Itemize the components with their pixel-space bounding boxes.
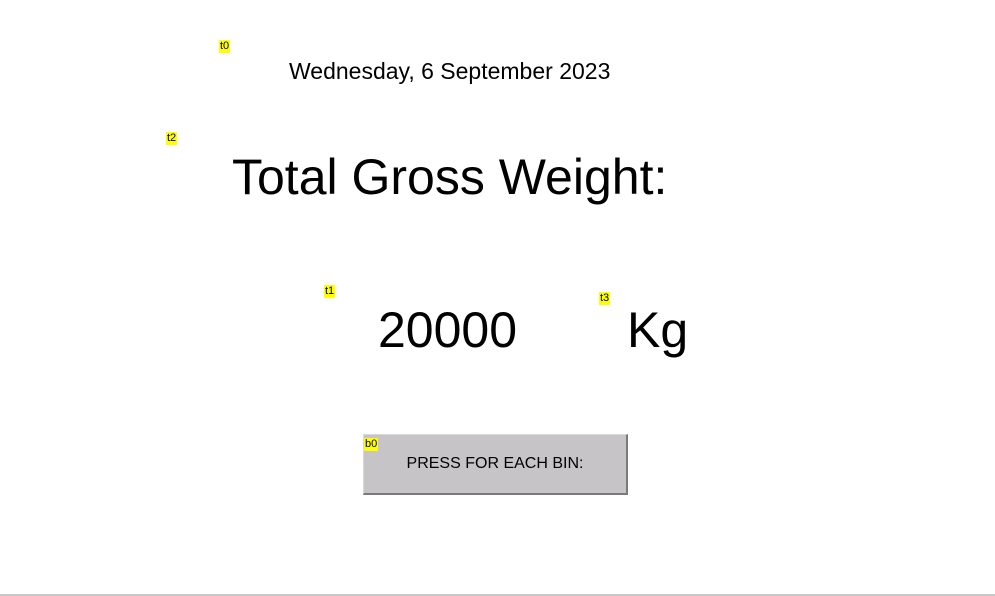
press-for-each-bin-button[interactable]: PRESS FOR EACH BIN: <box>363 434 628 495</box>
weight-unit: Kg <box>627 302 689 358</box>
button-label: PRESS FOR EACH BIN: <box>406 455 584 472</box>
date-label: Wednesday, 6 September 2023 <box>289 58 611 84</box>
tag-t0: t0 <box>219 40 231 53</box>
page-title: Total Gross Weight: <box>232 149 668 205</box>
tag-t1: t1 <box>324 285 336 298</box>
weight-value: 20000 <box>378 302 518 358</box>
tag-t3: t3 <box>599 292 611 305</box>
tag-b0: b0 <box>364 438 379 451</box>
tag-t2: t2 <box>166 132 178 145</box>
